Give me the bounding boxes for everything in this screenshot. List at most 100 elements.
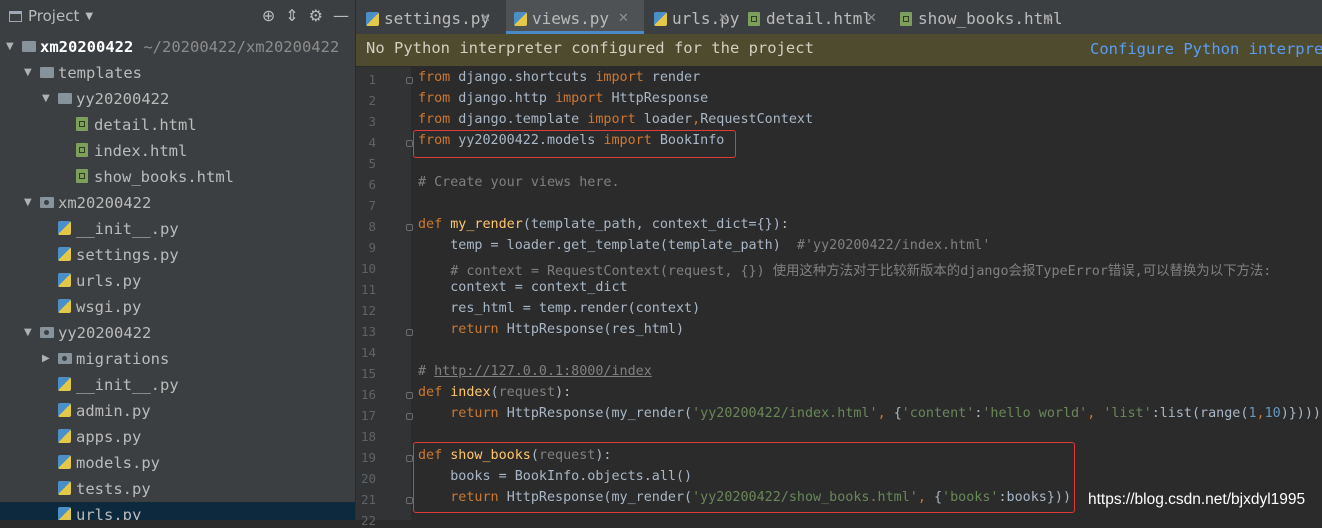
editor-tab[interactable]: show_books.html ✕ <box>892 0 1063 34</box>
close-tab-icon[interactable]: ✕ <box>866 0 877 38</box>
code-line[interactable]: def my_render(template_path, context_dic… <box>418 217 789 232</box>
tree-item[interactable]: ▼ yy20200422 <box>0 320 355 346</box>
collapse-arrow-icon[interactable]: ▶ <box>42 346 50 372</box>
tree-item[interactable]: index.html <box>0 138 355 164</box>
line-number: 8 <box>368 219 376 234</box>
editor-tabs: settings.py ✕ views.py ✕ urls.py ✕ detail.html… <box>356 0 1322 35</box>
python-file-icon <box>58 481 71 495</box>
folder-icon <box>22 41 36 52</box>
tree-item[interactable]: admin.py <box>0 398 355 424</box>
project-icon <box>9 10 22 22</box>
line-number: 17 <box>360 408 376 423</box>
fold-marker-icon[interactable] <box>406 329 413 336</box>
code-line[interactable]: res_html = temp.render(context) <box>418 301 700 316</box>
line-number: 7 <box>368 198 376 213</box>
expand-arrow-icon[interactable]: ▼ <box>24 190 32 216</box>
python-file-icon <box>366 12 379 26</box>
fold-marker-icon[interactable] <box>406 140 413 147</box>
close-tab-icon[interactable]: ✕ <box>480 0 491 38</box>
package-folder-icon <box>58 353 72 364</box>
fold-marker-icon[interactable] <box>406 497 413 504</box>
tree-item[interactable]: models.py <box>0 450 355 476</box>
tree-item-label: yy20200422 <box>76 90 170 108</box>
target-icon[interactable]: ⊕ <box>262 6 275 25</box>
code-line[interactable]: def index(request): <box>418 385 571 400</box>
close-tab-icon[interactable]: ✕ <box>1042 0 1053 38</box>
code-token: def <box>418 385 451 400</box>
code-line[interactable]: # http://127.0.0.1:8000/index <box>418 364 652 379</box>
tree-item[interactable]: apps.py <box>0 424 355 450</box>
tree-item[interactable]: show_books.html <box>0 164 355 190</box>
python-file-icon <box>58 273 71 287</box>
code-token: import <box>555 91 604 106</box>
code-line[interactable]: return HttpResponse(my_render('yy2020042… <box>418 406 1321 421</box>
code-token: from <box>418 70 451 85</box>
expand-arrow-icon[interactable]: ▼ <box>24 60 32 86</box>
tree-root[interactable]: ▼ xm20200422 ~/20200422/xm20200422 <box>0 34 355 60</box>
code-line[interactable]: from django.template import loader,Reque… <box>418 112 813 127</box>
project-panel-title: Project <box>28 7 80 25</box>
code-token: 'yy20200422/index.html' <box>692 406 878 421</box>
close-tab-icon[interactable]: ✕ <box>718 0 729 38</box>
fold-marker-icon[interactable] <box>406 455 413 462</box>
fold-marker-icon[interactable] <box>406 413 413 420</box>
code-token: # context = RequestContext(request, {}) … <box>418 264 1272 279</box>
tree-item[interactable]: __init__.py <box>0 372 355 398</box>
code-token: HttpResponse <box>603 91 709 106</box>
fold-marker-icon[interactable] <box>406 77 413 84</box>
tree-item[interactable]: ▼ templates <box>0 60 355 86</box>
tree-item[interactable]: wsgi.py <box>0 294 355 320</box>
code-line[interactable]: # Create your views here. <box>418 175 620 190</box>
tree-item[interactable]: settings.py <box>0 242 355 268</box>
python-file-icon <box>58 507 71 520</box>
expand-arrow-icon[interactable]: ▼ <box>24 320 32 346</box>
expand-arrow-icon[interactable]: ▼ <box>6 34 14 60</box>
hide-icon[interactable]: — <box>333 6 349 25</box>
code-line[interactable]: temp = loader.get_template(template_path… <box>418 238 990 253</box>
tree-item[interactable]: __init__.py <box>0 216 355 242</box>
tab-label: detail.html <box>766 9 872 28</box>
python-file-icon <box>514 12 527 26</box>
code-token: # <box>418 364 435 379</box>
code-line[interactable]: return HttpResponse(res_html) <box>418 322 684 337</box>
interpreter-notification: No Python interpreter configured for the… <box>356 34 1322 66</box>
expand-arrow-icon[interactable]: ▼ <box>42 86 50 112</box>
code-token: ( <box>490 385 499 400</box>
configure-interpreter-link[interactable]: Configure Python interpreter <box>1090 40 1322 58</box>
line-number: 2 <box>368 93 376 108</box>
collapse-icon[interactable]: ⇕ <box>285 6 298 25</box>
tree-item[interactable]: ▶ migrations <box>0 346 355 372</box>
editor-tab[interactable]: detail.html ✕ <box>740 0 890 34</box>
gear-icon[interactable]: ⚙ <box>309 6 323 25</box>
project-view-selector[interactable]: Project ▼ <box>9 7 93 25</box>
line-number: 14 <box>360 345 376 360</box>
tree-item[interactable]: detail.html <box>0 112 355 138</box>
editor-tab[interactable]: settings.py ✕ <box>358 0 504 34</box>
tab-label: urls.py <box>672 9 740 28</box>
code-line[interactable]: # context = RequestContext(request, {}) … <box>418 259 1271 279</box>
code-token: , <box>692 112 701 127</box>
code-line[interactable]: from django.http import HttpResponse <box>418 91 708 106</box>
folder-icon <box>58 93 72 104</box>
code-line[interactable]: context = context_dict <box>418 280 627 295</box>
fold-marker-icon[interactable] <box>406 392 413 399</box>
folder-icon <box>40 67 54 78</box>
tree-item[interactable]: tests.py <box>0 476 355 502</box>
tree-item[interactable]: urls.py <box>0 502 355 520</box>
line-number: 15 <box>360 366 376 381</box>
line-number: 11 <box>360 282 376 297</box>
code-token: #'yy20200422/index.html' <box>796 238 991 253</box>
fold-marker-icon[interactable] <box>406 224 413 231</box>
line-number: 20 <box>360 471 376 486</box>
code-token: 'hello world' <box>982 406 1088 421</box>
code-line[interactable]: from django.shortcuts import render <box>418 70 700 85</box>
tree-item[interactable]: ▼ xm20200422 <box>0 190 355 216</box>
project-panel: Project ▼ ⊕ ⇕ ⚙ — ▼ xm20200422 ~/20200422/… <box>0 0 356 520</box>
close-tab-icon[interactable]: ✕ <box>618 0 629 38</box>
editor-tab[interactable]: urls.py ✕ <box>646 0 739 34</box>
tree-item[interactable]: urls.py <box>0 268 355 294</box>
line-number: 10 <box>360 261 376 276</box>
tab-label: views.py <box>532 9 610 28</box>
editor-tab[interactable]: views.py ✕ <box>506 0 644 34</box>
tree-item[interactable]: ▼ yy20200422 <box>0 86 355 112</box>
